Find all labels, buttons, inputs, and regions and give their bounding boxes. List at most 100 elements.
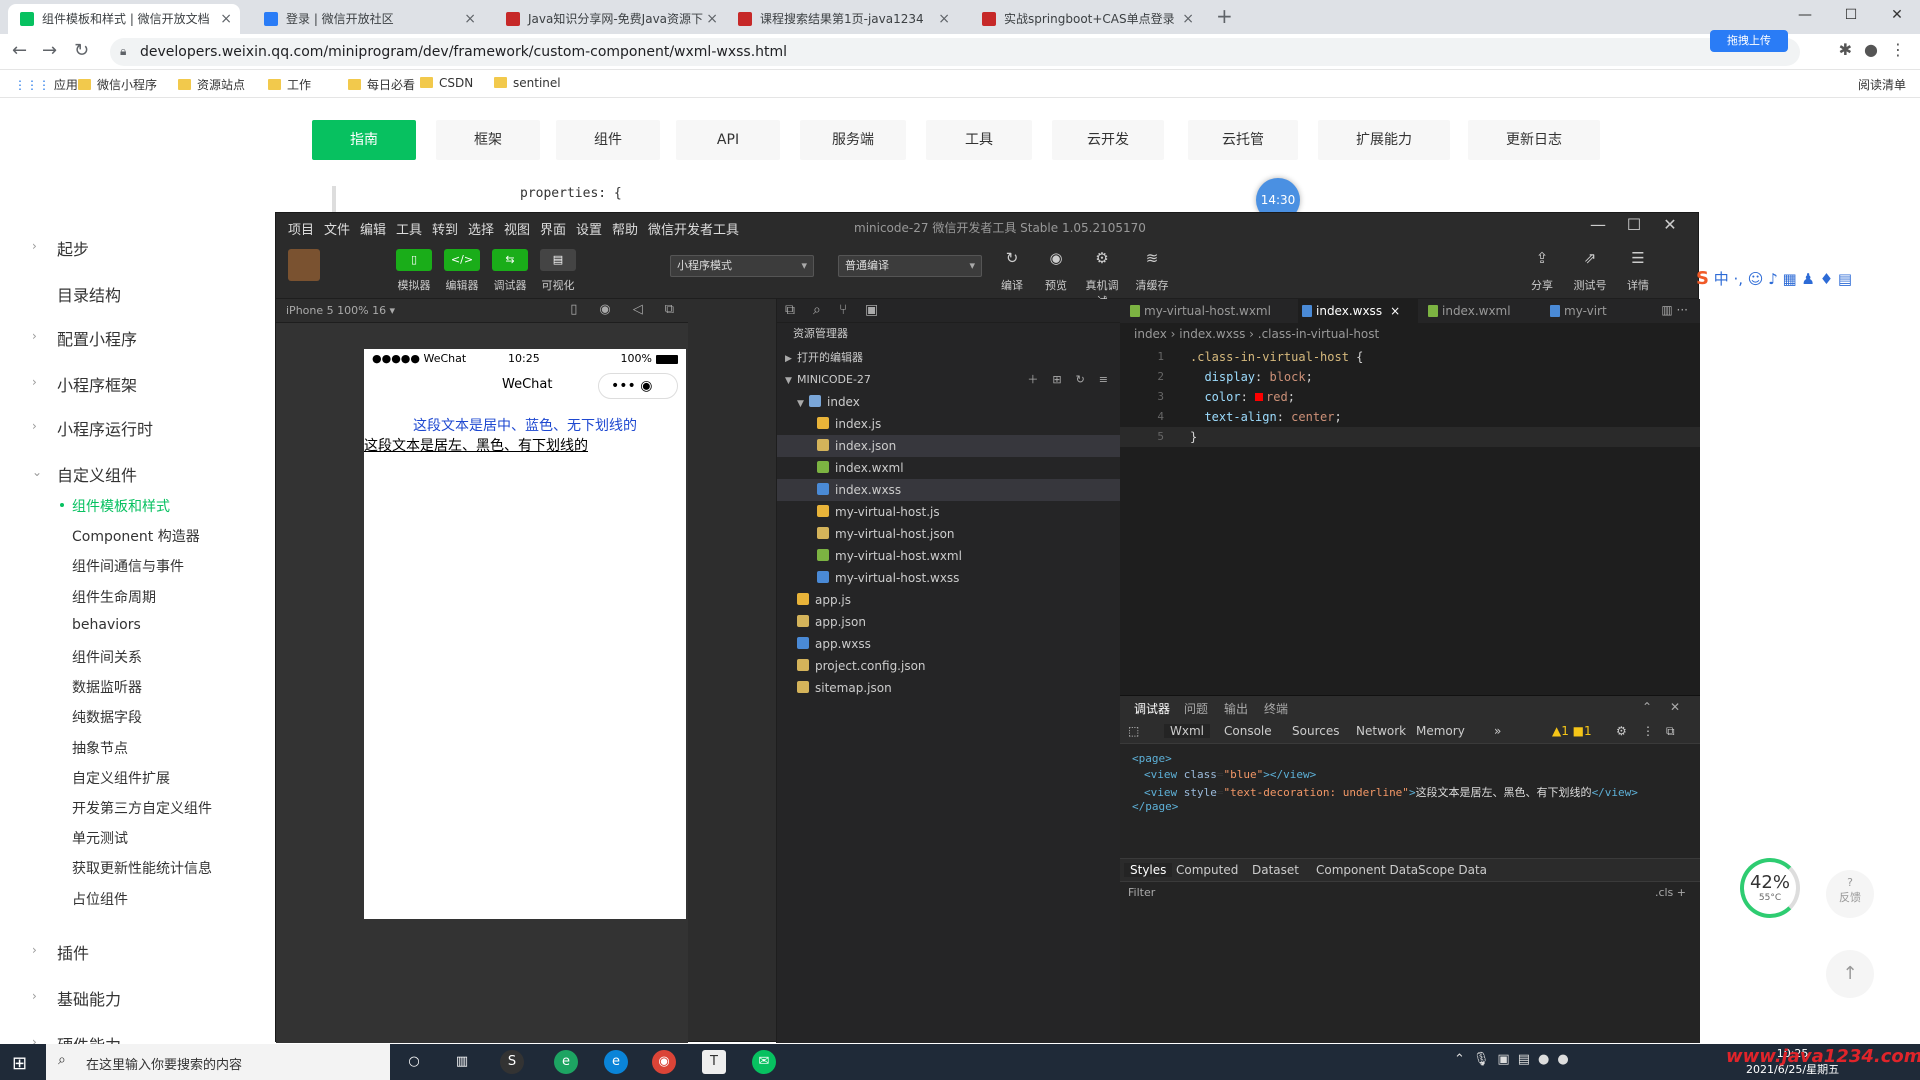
close-icon[interactable]: × xyxy=(706,4,718,34)
sidebar-item[interactable]: 目录结构 xyxy=(57,282,121,306)
wechat-tray-icon[interactable]: ● xyxy=(1538,1052,1549,1067)
file-tree-item[interactable]: my-virtual-host.js xyxy=(777,501,1120,523)
more-icon[interactable]: ⋮ xyxy=(1642,724,1654,738)
search-icon[interactable]: ⌕ xyxy=(813,302,821,318)
chrome-icon[interactable]: ◉ xyxy=(652,1050,676,1074)
task-view-icon[interactable]: ▥ xyxy=(450,1050,474,1074)
menu-item[interactable]: 设置 xyxy=(576,219,602,238)
menu-item[interactable]: 微信开发者工具 xyxy=(648,219,739,238)
styles-tab[interactable]: Component Data xyxy=(1316,863,1418,877)
toolbar-button[interactable]: ☰ 详情 xyxy=(1618,249,1658,293)
sidebar-subitem[interactable]: behaviors xyxy=(72,617,141,633)
menu-item[interactable]: 转到 xyxy=(432,219,458,238)
file-tree-item[interactable]: my-virtual-host.wxss xyxy=(777,567,1120,589)
phone-icon[interactable]: ▯ xyxy=(570,302,577,317)
bookmark-item[interactable]: 微信小程序 xyxy=(78,76,157,93)
open-editors-section[interactable]: ▶ 打开的编辑器 xyxy=(777,347,1120,369)
nav-tab[interactable]: 框架 xyxy=(436,120,540,160)
network-icon[interactable]: ▣ xyxy=(1497,1052,1509,1067)
windows-icon[interactable]: ⊞ xyxy=(12,1053,27,1074)
collapse-icon[interactable]: ⌃ xyxy=(1642,700,1652,714)
bookmark-item[interactable]: 工作 xyxy=(268,76,311,93)
file-tree-item[interactable]: app.wxss xyxy=(777,633,1120,655)
sidebar-item[interactable]: 插件 xyxy=(57,940,89,964)
browser-tab[interactable]: 登录 | 微信开放社区 × xyxy=(252,4,484,34)
file-tree-item[interactable]: my-virtual-host.json xyxy=(777,523,1120,545)
sidebar-subitem[interactable]: 占位组件 xyxy=(72,889,128,909)
sidebar-subitem[interactable]: 组件生命周期 xyxy=(72,587,156,607)
file-tree-item[interactable]: index.wxml xyxy=(777,457,1120,479)
menu-icon[interactable]: ⋮ xyxy=(1890,40,1906,59)
ide-minimize-button[interactable]: — xyxy=(1580,215,1616,234)
omnibox[interactable]: 🔒︎ developers.weixin.qq.com/miniprogram/… xyxy=(110,38,1800,66)
sidebar-item[interactable]: 小程序运行时 xyxy=(57,416,153,440)
editor-tab[interactable]: index.wxss × xyxy=(1298,299,1418,323)
wechat-icon[interactable]: ✉ xyxy=(752,1050,776,1074)
sidebar-subitem[interactable]: 数据监听器 xyxy=(72,677,142,697)
reading-list[interactable]: 阅读清单 xyxy=(1858,76,1906,93)
action-icon[interactable]: ↻ xyxy=(1076,373,1085,386)
file-tree-item[interactable]: index.wxss xyxy=(777,479,1120,501)
project-section[interactable]: ▼ MINICODE-27 ＋ ⊞ ↻ ≡ xyxy=(777,369,1120,391)
feedback-button[interactable]: ? 反馈 xyxy=(1826,870,1874,918)
app-tray-icon[interactable]: ● xyxy=(1557,1052,1568,1067)
browser-tab[interactable]: Java知识分享网-免费Java资源下 × xyxy=(494,4,726,34)
upload-button[interactable]: 拖拽上传 xyxy=(1710,30,1788,52)
toolbar-toggle[interactable]: ▤ 可视化 xyxy=(540,249,576,293)
file-tree-item[interactable]: ▼ index xyxy=(777,391,1120,413)
sidebar-item[interactable]: 起步 xyxy=(57,236,89,260)
menu-item[interactable]: 工具 xyxy=(396,219,422,238)
nav-tab[interactable]: 云开发 xyxy=(1052,120,1164,160)
sidebar-subitem[interactable]: 组件间关系 xyxy=(72,647,142,667)
bookmark-item[interactable]: ⋮⋮⋮ 应用 xyxy=(14,76,78,93)
ide-maximize-button[interactable]: ☐ xyxy=(1616,215,1652,234)
sidebar-item[interactable]: 基础能力 xyxy=(57,986,121,1010)
mic-icon[interactable]: 🎙︎ xyxy=(1473,1052,1490,1067)
close-icon[interactable]: × xyxy=(220,4,232,34)
back-icon[interactable]: ← xyxy=(12,40,27,61)
devtools-tab[interactable]: » xyxy=(1494,724,1501,738)
menu-item[interactable]: 帮助 xyxy=(612,219,638,238)
toolbar-button[interactable]: ⇗ 测试号 xyxy=(1570,249,1610,293)
taskbar-search[interactable]: ⌕ 在这里输入你要搜索的内容 xyxy=(46,1044,390,1080)
bookmark-item[interactable]: CSDN xyxy=(420,76,473,90)
styles-tab[interactable]: Computed xyxy=(1176,863,1238,877)
minimize-button[interactable]: — xyxy=(1782,0,1828,30)
styles-filter[interactable]: Filter .cls + xyxy=(1120,882,1700,904)
file-tree-item[interactable]: project.config.json xyxy=(777,655,1120,677)
inspect-icon[interactable]: ⬚ xyxy=(1128,724,1139,738)
reload-icon[interactable]: ↻ xyxy=(74,40,89,61)
sidebar-subitem[interactable]: 自定义组件扩展 xyxy=(72,768,170,788)
sidebar-subitem[interactable]: 开发第三方自定义组件 xyxy=(72,798,212,818)
styles-tab[interactable]: Scope Data xyxy=(1418,863,1487,877)
typora-icon[interactable]: T xyxy=(702,1050,726,1074)
close-icon[interactable]: × xyxy=(464,4,476,34)
popout-icon[interactable]: ⧉ xyxy=(665,302,674,317)
file-tree-item[interactable]: index.js xyxy=(777,413,1120,435)
close-icon[interactable]: ✕ xyxy=(1670,700,1680,714)
action-icon[interactable]: ≡ xyxy=(1099,373,1108,386)
panel-tab[interactable]: 终端 xyxy=(1264,700,1288,717)
panel-tab[interactable]: 输出 xyxy=(1224,700,1248,717)
close-icon[interactable]: × xyxy=(1390,304,1400,318)
sidebar-subitem[interactable]: 抽象节点 xyxy=(72,738,128,758)
file-tree-item[interactable]: index.json xyxy=(777,435,1120,457)
sidebar-subitem[interactable]: 纯数据字段 xyxy=(72,707,142,727)
new-tab-button[interactable]: + xyxy=(1216,4,1233,28)
file-tree-item[interactable]: app.js xyxy=(777,589,1120,611)
sidebar-subitem[interactable]: 获取更新性能统计信息 xyxy=(72,858,212,878)
browser-tab[interactable]: 组件模板和样式 | 微信开放文档 × xyxy=(8,4,240,34)
menu-item[interactable]: 编辑 xyxy=(360,219,386,238)
debug-icon[interactable]: ▣ xyxy=(865,302,878,318)
app-icon[interactable]: S xyxy=(500,1050,524,1074)
edge-dev-icon[interactable]: e xyxy=(554,1050,578,1074)
avatar[interactable]: ● xyxy=(1864,40,1878,59)
toolbar-button[interactable]: ◉ 预览 xyxy=(1036,249,1076,293)
nav-tab[interactable]: 扩展能力 xyxy=(1318,120,1450,160)
browser-tab[interactable]: 课程搜索结果第1页-java1234 × xyxy=(726,4,958,34)
close-icon[interactable]: × xyxy=(938,4,950,34)
toolbar-button[interactable]: ↻ 编译 xyxy=(992,249,1032,293)
back-to-top-button[interactable]: ↑ xyxy=(1826,950,1874,998)
close-icon[interactable]: × xyxy=(1182,4,1194,34)
compile-select[interactable]: 普通编译 xyxy=(838,255,982,277)
